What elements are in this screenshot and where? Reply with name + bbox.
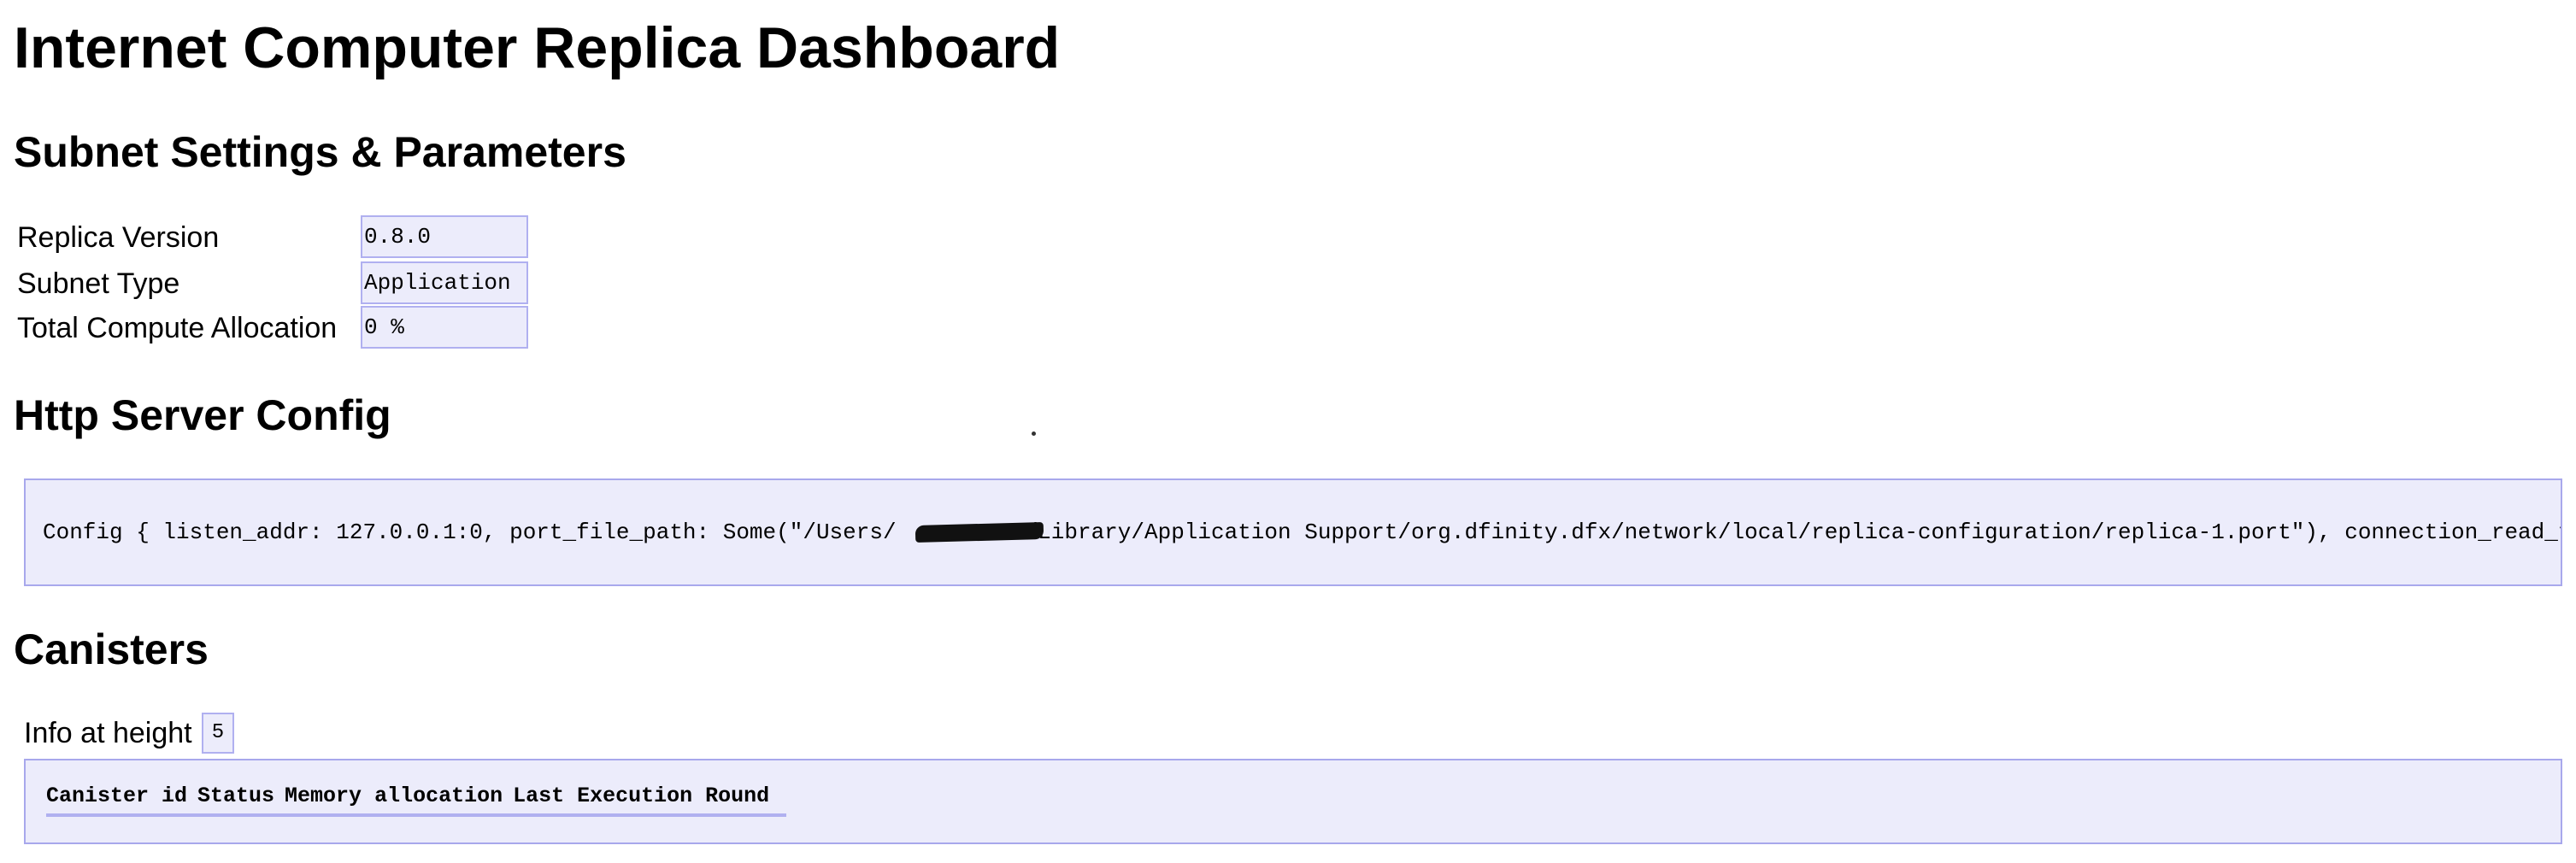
config-text-after-redaction: /Library/Application Support/org.dfinity…	[1024, 520, 2561, 545]
canisters-table-box: Canister id Status Memory allocation Las…	[24, 759, 2562, 844]
http-server-config-heading: Http Server Config	[14, 391, 391, 439]
dashboard-page: Internet Computer Replica Dashboard Subn…	[0, 0, 2576, 863]
canisters-header-row: Canister id Status Memory allocation Las…	[46, 779, 787, 817]
setting-row-subnet-type: Subnet Type Application	[15, 261, 562, 304]
subnet-type-value: Application	[361, 261, 528, 304]
page-title: Internet Computer Replica Dashboard	[14, 15, 1061, 80]
replica-version-value: 0.8.0	[361, 215, 528, 258]
canisters-heading: Canisters	[14, 625, 209, 673]
setting-label: Subnet Type	[17, 267, 180, 300]
column-header-memory-allocation: Memory allocation	[285, 779, 514, 817]
column-header-status: Status	[197, 779, 285, 817]
http-config-box: Config { listen_addr: 127.0.0.1:0, port_…	[24, 478, 2562, 586]
setting-label: Replica Version	[17, 221, 220, 254]
redaction-mark	[915, 522, 1044, 543]
setting-row-replica-version: Replica Version 0.8.0	[15, 215, 562, 258]
stray-dot	[1032, 432, 1036, 436]
config-text-before-redaction: Config { listen_addr: 127.0.0.1:0, port_…	[43, 520, 897, 545]
column-header-canister-id: Canister id	[46, 779, 198, 817]
height-value: 5	[202, 713, 234, 754]
http-config-text: Config { listen_addr: 127.0.0.1:0, port_…	[43, 480, 2561, 584]
setting-row-total-compute-allocation: Total Compute Allocation 0 %	[15, 306, 562, 349]
canisters-table: Canister id Status Memory allocation Las…	[46, 779, 787, 817]
column-header-last-execution-round: Last Execution Round	[513, 779, 787, 817]
info-at-height-label: Info at height	[24, 717, 192, 749]
subnet-settings-heading: Subnet Settings & Parameters	[14, 128, 626, 176]
setting-label: Total Compute Allocation	[17, 312, 338, 344]
total-compute-allocation-value: 0 %	[361, 306, 528, 349]
